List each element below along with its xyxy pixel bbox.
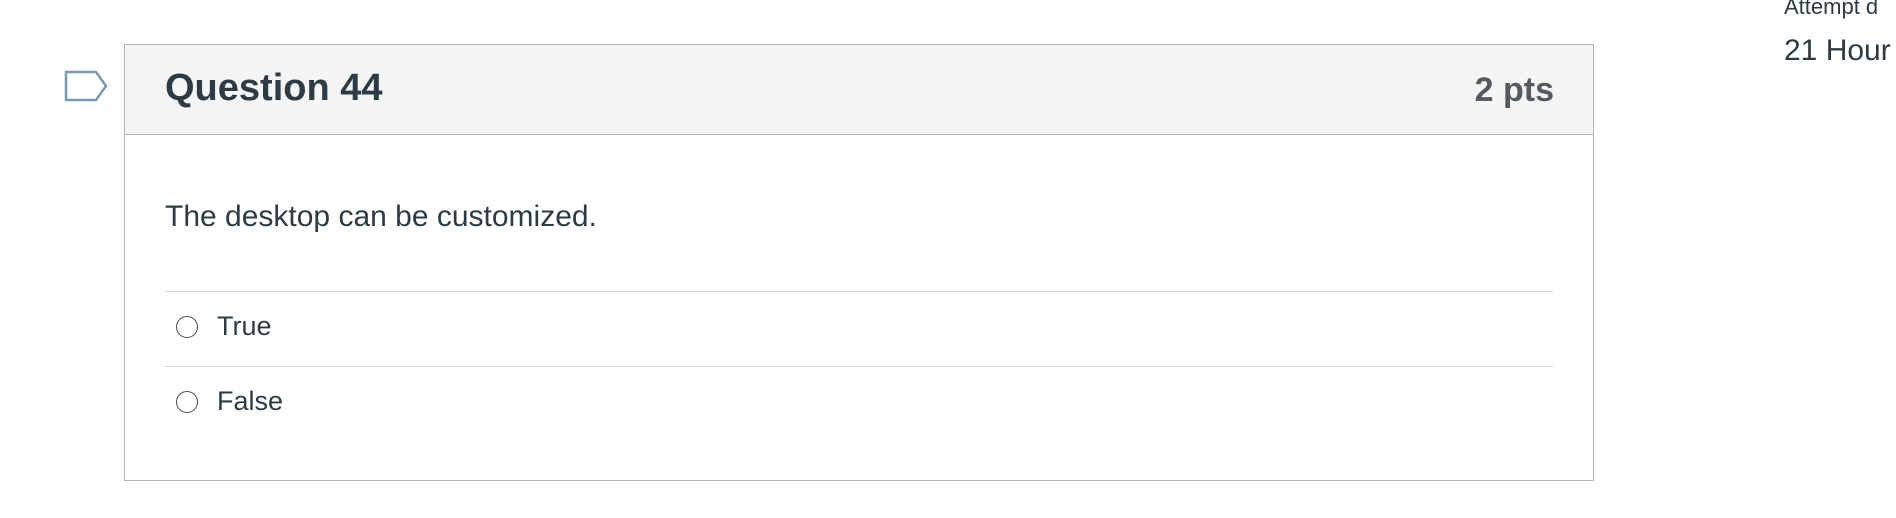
- question-card: Question 44 2 pts The desktop can be cus…: [124, 44, 1594, 481]
- attempt-label: Attempt d: [1784, 0, 1879, 19]
- question-text: The desktop can be customized.: [165, 200, 597, 233]
- radio-button[interactable]: [176, 391, 198, 413]
- attempt-info: Attempt d 21 Hour: [1784, 0, 1896, 80]
- question-points: 2 pts: [1474, 71, 1554, 109]
- answer-label[interactable]: False: [217, 386, 283, 417]
- answer-option-false[interactable]: False: [165, 366, 1553, 441]
- quiz-page: Question 44 2 pts The desktop can be cus…: [0, 0, 1896, 518]
- answer-list: True False: [165, 291, 1553, 441]
- answer-option-true[interactable]: True: [165, 291, 1553, 366]
- question-title: Question 44: [165, 67, 383, 109]
- flag-outline-icon[interactable]: [64, 70, 108, 106]
- answer-label[interactable]: True: [217, 311, 272, 342]
- radio-button[interactable]: [176, 316, 198, 338]
- attempt-time: 21 Hour: [1784, 34, 1891, 67]
- question-header: Question 44 2 pts: [125, 45, 1593, 135]
